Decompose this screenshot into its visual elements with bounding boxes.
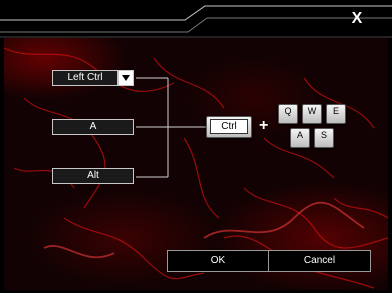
close-button[interactable]: X bbox=[340, 8, 374, 30]
key-w: W bbox=[302, 104, 322, 124]
modifier-key-label: Ctrl bbox=[221, 121, 237, 132]
modifier-field-3[interactable]: Alt bbox=[52, 168, 134, 184]
close-icon[interactable]: X bbox=[352, 10, 363, 27]
cancel-button[interactable]: Cancel bbox=[269, 251, 370, 271]
key-q: Q bbox=[278, 104, 298, 124]
key-s: S bbox=[314, 128, 334, 148]
macro-key-dialog: X Left Ctrl A Alt Ctrl + Q W E A S OK Ca… bbox=[0, 0, 392, 293]
plus-sign: + bbox=[259, 117, 269, 134]
modifier-key-label-box: Ctrl bbox=[210, 119, 248, 134]
key-e: E bbox=[326, 104, 346, 124]
modifier-key-preview: Ctrl bbox=[206, 116, 252, 138]
key-a: A bbox=[290, 128, 310, 148]
modifier-dropdown-1[interactable]: Left Ctrl bbox=[52, 70, 118, 86]
title-bar bbox=[0, 5, 392, 38]
dialog-button-bar: OK Cancel bbox=[167, 250, 371, 272]
dropdown-arrow-button[interactable] bbox=[118, 70, 134, 86]
ok-button[interactable]: OK bbox=[168, 251, 269, 271]
modifier-3-value: Alt bbox=[87, 170, 99, 181]
key-input-field[interactable]: A bbox=[52, 119, 134, 135]
modifier-1-value: Left Ctrl bbox=[67, 72, 103, 83]
chevron-down-icon[interactable] bbox=[119, 71, 133, 85]
key-input-value: A bbox=[89, 121, 97, 132]
